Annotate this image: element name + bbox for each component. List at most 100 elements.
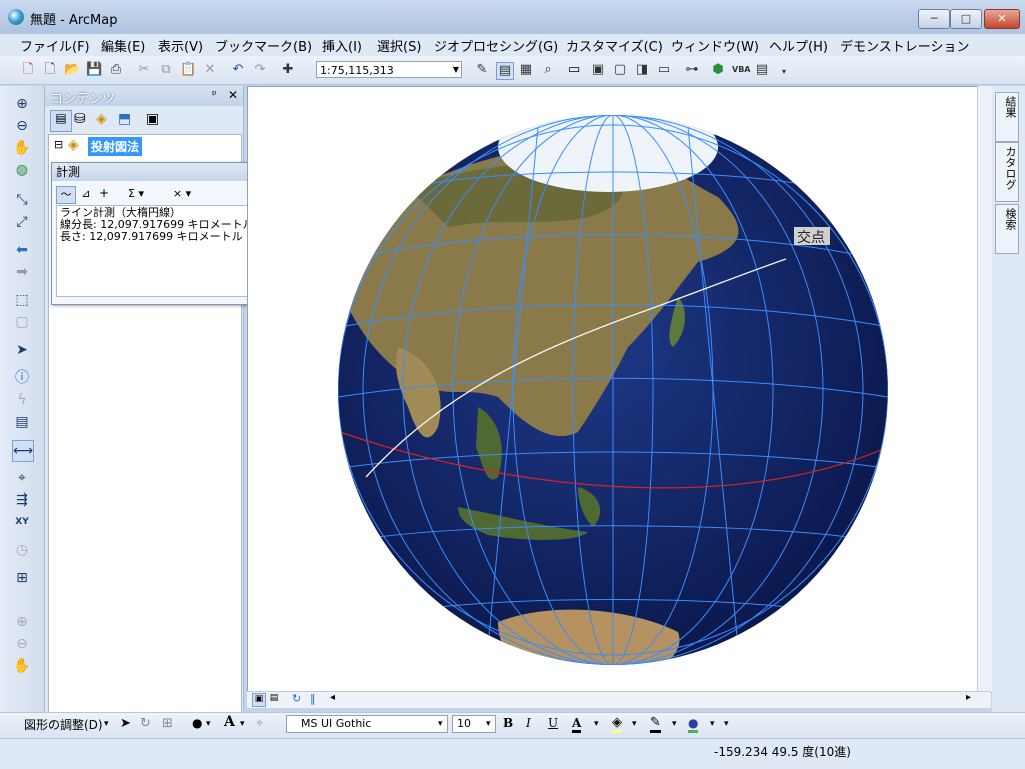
new-file-icon[interactable]: 🗋 bbox=[42, 62, 58, 78]
layout-zoom-in-icon[interactable]: ⊕ bbox=[12, 612, 32, 632]
pause-drawing-icon[interactable]: ‖ bbox=[310, 692, 316, 705]
measure-clear-tool[interactable]: × ▾ bbox=[166, 186, 198, 202]
create-viewer-icon[interactable]: ⊞ bbox=[12, 568, 32, 588]
menu-help[interactable]: ヘルプ(H) bbox=[769, 36, 828, 55]
map-vertical-scrollbar[interactable] bbox=[977, 86, 992, 691]
undo-icon[interactable]: ↶ bbox=[230, 62, 246, 78]
font-color-icon[interactable]: A bbox=[572, 716, 582, 733]
menu-window[interactable]: ウィンドウ(W) bbox=[671, 36, 759, 55]
font-dropdown-icon[interactable]: ▾ bbox=[438, 719, 443, 729]
find-route-icon[interactable]: ⇶ bbox=[12, 490, 32, 510]
macro-icon[interactable]: ▤ bbox=[754, 62, 770, 78]
menu-select[interactable]: 選択(S) bbox=[377, 36, 421, 55]
go-to-xy-icon[interactable]: XY bbox=[12, 512, 32, 532]
zoom-in-icon[interactable]: ⊕ bbox=[12, 94, 32, 114]
layout-zoom-out-icon[interactable]: ⊖ bbox=[12, 634, 32, 654]
fixed-zoom-out-icon[interactable]: ⤢ bbox=[12, 212, 32, 232]
select-elements-icon[interactable]: ➤ bbox=[120, 716, 131, 731]
copy-icon[interactable]: ⧉ bbox=[158, 62, 174, 78]
scroll-left-icon[interactable]: ◂ bbox=[330, 692, 335, 703]
menu-insert[interactable]: 挿入(I) bbox=[322, 36, 362, 55]
arctoolbox-icon[interactable]: ▭ bbox=[568, 62, 584, 78]
measure-sum-tool[interactable]: Σ ▾ bbox=[120, 186, 152, 202]
add-data-icon[interactable]: ✚ bbox=[280, 62, 296, 78]
print-icon[interactable]: ⎙ bbox=[108, 62, 124, 78]
font-name-select[interactable]: MS UI Gothic bbox=[286, 715, 448, 733]
command-line-icon[interactable]: ▭ bbox=[656, 62, 672, 78]
bold-button[interactable]: B bbox=[503, 716, 513, 730]
measure-feature-tool[interactable]: + bbox=[96, 186, 112, 202]
options-icon[interactable]: ▣ bbox=[146, 111, 159, 127]
list-by-drawing-order-icon[interactable]: ▤ bbox=[50, 110, 72, 132]
line-color-dropdown-icon[interactable]: ▾ bbox=[672, 719, 677, 729]
select-features-icon[interactable]: ⬚ bbox=[12, 290, 32, 310]
cut-icon[interactable]: ✂ bbox=[136, 62, 152, 78]
time-slider-icon[interactable]: ◷ bbox=[12, 540, 32, 560]
toolbar-overflow-icon[interactable]: ▾ bbox=[776, 64, 792, 80]
python-window-icon[interactable]: ▣ bbox=[590, 62, 606, 78]
results-window-icon[interactable]: ◨ bbox=[634, 62, 650, 78]
font-size-dropdown-icon[interactable]: ▾ bbox=[486, 719, 491, 729]
zoom-out-icon[interactable]: ⊖ bbox=[12, 116, 32, 136]
new-marker-icon[interactable]: ● bbox=[192, 716, 202, 730]
list-by-source-icon[interactable]: ⛁ bbox=[74, 111, 86, 127]
redo-icon[interactable]: ↷ bbox=[252, 62, 268, 78]
map-scale-input[interactable]: 1:75,115,313 bbox=[316, 61, 462, 78]
tab-search[interactable]: 検索 bbox=[995, 204, 1019, 254]
list-by-selection-icon[interactable]: ⬒ bbox=[118, 111, 131, 127]
full-extent-globe-icon[interactable]: ◍ bbox=[12, 160, 32, 180]
layout-view-icon[interactable]: ▤ bbox=[268, 693, 280, 705]
open-folder-icon[interactable]: 📂 bbox=[64, 62, 80, 78]
rotate-icon[interactable]: ↻ bbox=[140, 716, 151, 731]
contents-close-icon[interactable]: ✕ bbox=[228, 88, 238, 102]
measure-icon[interactable]: ⟷ bbox=[12, 440, 34, 462]
tab-catalog[interactable]: カタログ bbox=[995, 142, 1019, 202]
menu-geoprocessing[interactable]: ジオプロセシング(G) bbox=[434, 36, 558, 55]
measure-line-tool[interactable]: 〜 bbox=[56, 186, 76, 204]
map-scale-dropdown-icon[interactable]: ▼ bbox=[450, 61, 462, 78]
identify-icon[interactable]: ⓘ bbox=[12, 368, 32, 388]
vba-editor-icon[interactable]: VBA bbox=[732, 62, 750, 78]
clear-selection-icon[interactable]: ▢ bbox=[12, 312, 32, 332]
html-popup-icon[interactable]: ▤ bbox=[12, 412, 32, 432]
hyperlink-icon[interactable]: ϟ bbox=[12, 390, 32, 410]
catalog-window-icon[interactable]: ▦ bbox=[518, 62, 534, 78]
table-of-contents-icon[interactable]: ▤ bbox=[496, 62, 514, 80]
hierarchy-icon[interactable]: ⊶ bbox=[684, 62, 700, 78]
save-icon[interactable]: 💾 bbox=[86, 62, 102, 78]
new-text-icon[interactable]: A bbox=[224, 714, 235, 730]
refresh-icon[interactable]: ↻ bbox=[292, 692, 301, 705]
menu-edit[interactable]: 編集(E) bbox=[101, 36, 145, 55]
delete-icon[interactable]: ✕ bbox=[202, 62, 218, 78]
marker-color-dropdown-icon[interactable]: ▾ bbox=[710, 719, 715, 729]
data-frame-name[interactable]: 投射図法 bbox=[88, 137, 143, 156]
fill-color-dropdown-icon[interactable]: ▾ bbox=[632, 719, 637, 729]
paste-icon[interactable]: 📋 bbox=[180, 62, 196, 78]
marker-dropdown-icon[interactable]: ▾ bbox=[206, 719, 211, 729]
map-view[interactable]: 交点 bbox=[247, 86, 993, 693]
geoprocessing-icon[interactable]: ⬢ bbox=[710, 62, 726, 78]
pin-icon[interactable]: ᵖ bbox=[212, 88, 217, 101]
map-horizontal-scrollbar[interactable] bbox=[247, 691, 991, 708]
zoom-whole-page-icon[interactable]: ⊞ bbox=[162, 716, 173, 731]
close-button[interactable]: ✕ bbox=[984, 9, 1020, 29]
search-window-icon[interactable]: ⌕ bbox=[540, 62, 556, 78]
pan-hand-icon[interactable]: ✋ bbox=[12, 138, 32, 158]
underline-button[interactable]: U bbox=[548, 716, 558, 730]
expand-collapse-icon[interactable]: ⊟ bbox=[54, 138, 63, 151]
fixed-zoom-in-icon[interactable]: ⤡ bbox=[12, 190, 32, 210]
measure-area-tool[interactable]: ⊿ bbox=[78, 186, 94, 202]
menu-demonstration[interactable]: デモンストレーション bbox=[840, 36, 969, 55]
line-color-icon[interactable]: ✎ bbox=[650, 716, 661, 733]
drawing-adjust-menu[interactable]: 図形の調整(D) bbox=[24, 716, 103, 733]
italic-button[interactable]: I bbox=[526, 716, 531, 730]
forward-extent-icon[interactable]: ➡ bbox=[12, 262, 32, 282]
menu-view[interactable]: 表示(V) bbox=[158, 36, 203, 55]
fill-color-icon[interactable]: ◈ bbox=[612, 716, 622, 733]
drawing-toolbar-overflow-icon[interactable]: ▾ bbox=[724, 719, 729, 729]
back-extent-icon[interactable]: ⬅ bbox=[12, 240, 32, 260]
menu-file[interactable]: ファイル(F) bbox=[20, 36, 90, 55]
data-view-icon[interactable]: ▣ bbox=[252, 693, 266, 707]
layout-pan-icon[interactable]: ✋ bbox=[12, 656, 32, 676]
select-elements-arrow-icon[interactable]: ➤ bbox=[12, 340, 32, 360]
